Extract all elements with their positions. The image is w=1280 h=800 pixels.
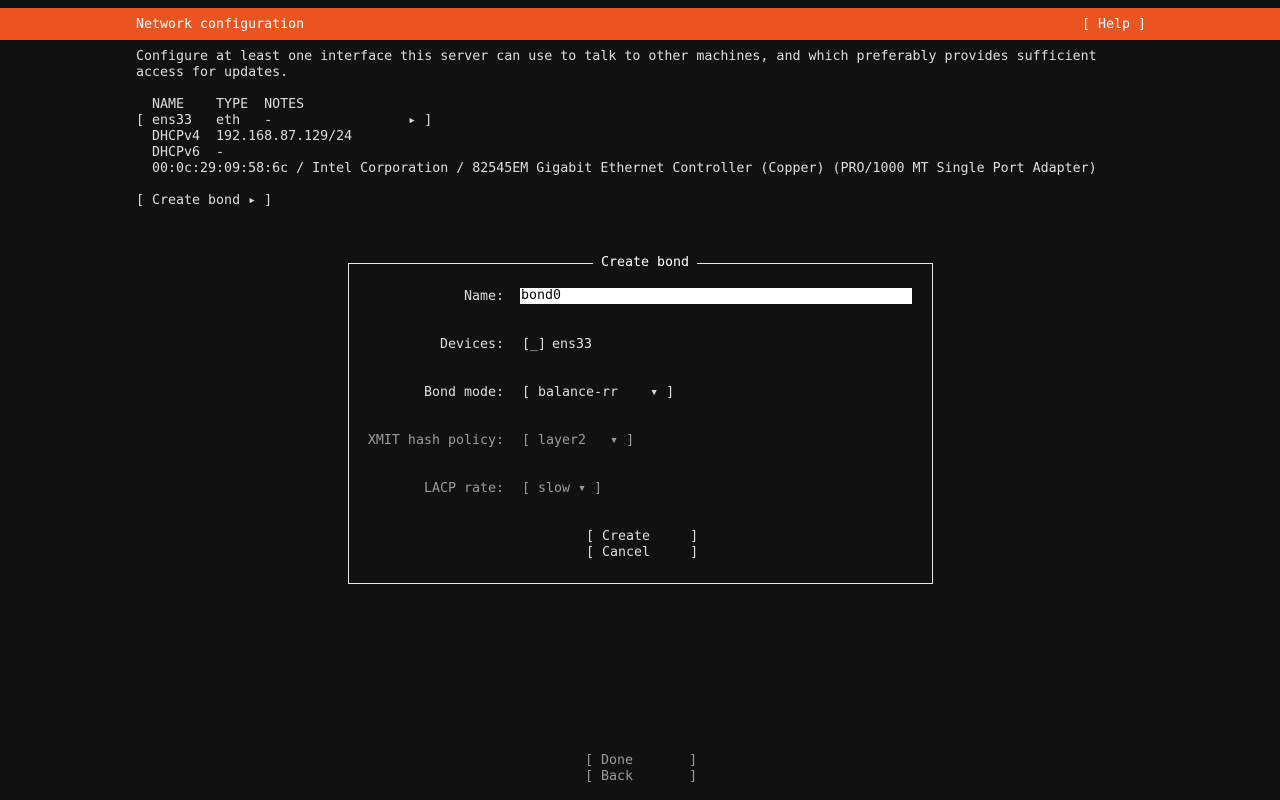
bond-name-input[interactable]: bond0 — [520, 288, 912, 304]
bond-mode-label: Bond mode: — [423, 385, 504, 400]
help-button[interactable]: [ Help ] — [1082, 17, 1146, 33]
dialog-title: Create bond — [593, 255, 698, 271]
interface-dhcpv6: DHCPv6 - — [136, 145, 225, 160]
interface-hardware-info: 00:0c:29:09:58:6c / Intel Corporation / … — [136, 161, 1097, 176]
create-bond-dialog: Create bond Name: bond0 Devices: [_] ens… — [348, 255, 933, 584]
intro-text-line-1: Configure at least one interface this se… — [136, 49, 1097, 64]
done-button[interactable]: [ Done ] — [585, 753, 697, 769]
lacp-rate-label: LACP rate: — [423, 481, 504, 496]
cancel-button[interactable]: [ Cancel ] — [586, 545, 698, 561]
interface-row-ens33[interactable]: [ ens33 eth - ▸ ] — [136, 113, 432, 129]
interface-dhcpv4: DHCPv4 192.168.87.129/24 — [136, 129, 353, 144]
name-label: Name: — [463, 289, 504, 304]
page-title: Network configuration — [136, 17, 305, 32]
create-bond-button[interactable]: [ Create bond ▸ ] — [136, 193, 272, 209]
header-bar: Network configuration [ Help ] — [0, 8, 1280, 40]
lacp-rate-select: [ slow ▾ ] — [522, 481, 603, 496]
device-label-ens33: ens33 — [552, 337, 593, 352]
create-button[interactable]: [ Create ] — [586, 529, 698, 545]
device-checkbox-ens33[interactable]: [_] — [522, 337, 546, 353]
xmit-hash-policy-select: [ layer2 ▾ ] — [522, 433, 635, 448]
interface-table-header: NAME TYPE NOTES — [136, 97, 305, 112]
devices-label: Devices: — [439, 337, 504, 352]
bond-mode-select[interactable]: [ balance-rr ▾ ] — [522, 385, 674, 401]
intro-text-line-2: access for updates. — [136, 65, 289, 80]
xmit-hash-policy-label: XMIT hash policy: — [367, 433, 504, 448]
back-button[interactable]: [ Back ] — [585, 769, 697, 785]
